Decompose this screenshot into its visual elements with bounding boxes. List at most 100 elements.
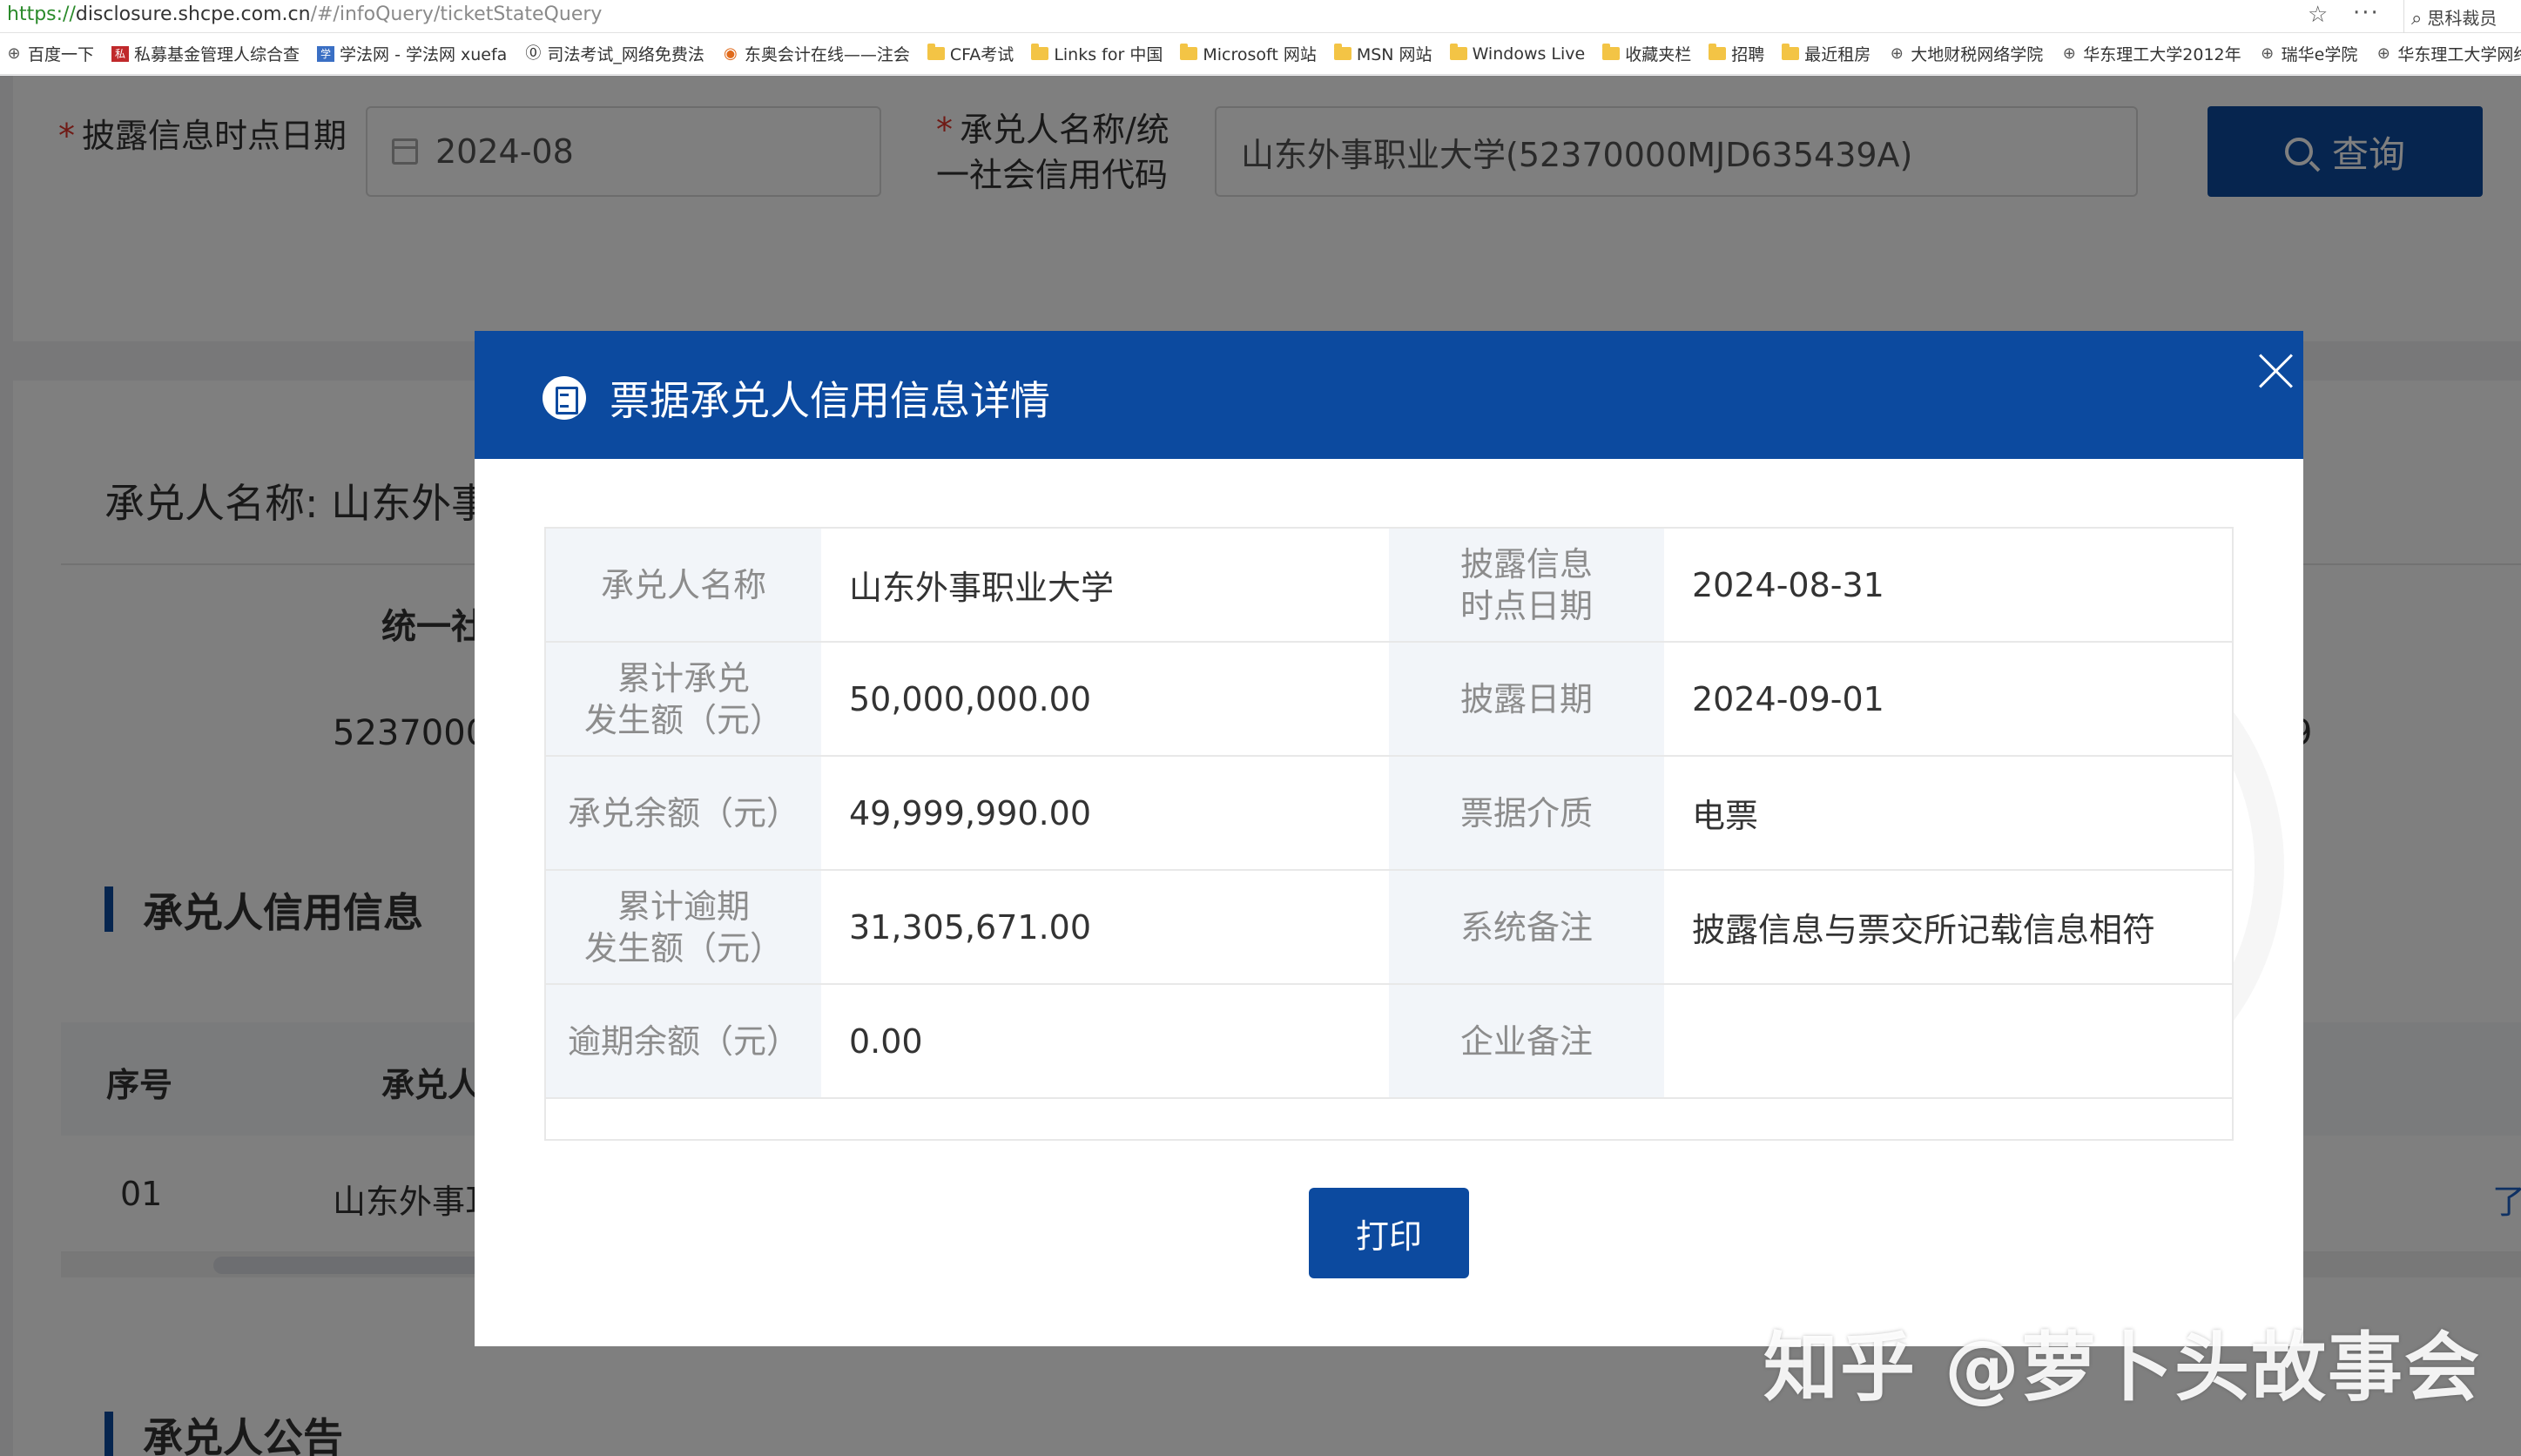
bookmark-item[interactable]: 最近租房: [1782, 42, 1871, 65]
detail-value: 49,999,990.00: [821, 757, 1389, 869]
detail-label-text: 承兑人名称: [600, 565, 766, 604]
bookmark-item[interactable]: ◉ 东奥会计在线——注会: [722, 42, 910, 65]
detail-row: 逾期余额（元） 0.00 企业备注: [546, 985, 2232, 1099]
detail-value-text: 2024-08-31: [1692, 565, 1884, 604]
detail-value: 2024-09-01: [1664, 643, 2232, 755]
search-icon: ⌕: [2411, 8, 2423, 30]
bookmark-label: 学法网 - 学法网 xuefa: [340, 45, 508, 64]
bookmark-label: CFA考试: [949, 45, 1014, 64]
orange-logo-icon: ◉: [723, 44, 738, 63]
folder-icon: [1449, 44, 1467, 60]
detail-table: 承兑人名称 山东外事职业大学 披露信息 时点日期 2024-08-31 累计承兑 发生额…: [544, 527, 2234, 1141]
close-icon[interactable]: [2251, 347, 2300, 395]
detail-value-text: 49,999,990.00: [849, 793, 1092, 832]
detail-value-text: 电票: [1692, 797, 1759, 835]
bookmark-item[interactable]: ⊕ 华东理工大学2012年: [2060, 42, 2241, 65]
detail-row: 累计逾期 发生额（元） 31,305,671.00 系统备注 披露信息与票交所记载信息…: [546, 871, 2232, 985]
detail-label-text: 企业备注: [1459, 1021, 1593, 1061]
bookmark-item[interactable]: CFA考试: [927, 42, 1014, 65]
document-icon: [543, 376, 586, 420]
detail-label: 企业备注: [1389, 985, 1664, 1097]
detail-value: 2024-08-31: [1664, 529, 2232, 641]
detail-value: 电票: [1664, 757, 2232, 869]
bookmark-item[interactable]: ⊕ 华东理工大学网络教育: [2375, 42, 2521, 65]
detail-value: 31,305,671.00: [821, 871, 1389, 983]
bookmarks-bar: ⊕ 百度一下私私募基金管理人综合查学学法网 - 学法网 xuefa ⓪ 司法考试_网络…: [0, 33, 2521, 75]
credit-detail-modal: 票据承兑人信用信息详情 承兑人名称 山东外事职业大学 披露信息 时点日期 2024-0…: [475, 331, 2303, 1346]
favorite-star-icon[interactable]: ☆: [2308, 2, 2328, 28]
detail-label: 承兑人名称: [546, 529, 821, 641]
detail-label-text: 累计承兑 发生额（元）: [583, 658, 783, 739]
detail-value: 披露信息与票交所记载信息相符: [1664, 871, 2232, 983]
circle-logo-icon: ⓪: [525, 44, 542, 63]
bookmark-label: 大地财税网络学院: [1911, 45, 2044, 64]
bookmark-item[interactable]: 私私募基金管理人综合查: [111, 42, 300, 65]
blue-square-icon: 学: [317, 45, 335, 62]
bookmark-item[interactable]: 学学法网 - 学法网 xuefa: [317, 42, 507, 65]
bookmark-label: Windows Live: [1472, 44, 1586, 64]
detail-label-text: 累计逾期 发生额（元）: [583, 886, 783, 967]
detail-label: 披露日期: [1389, 643, 1664, 755]
bookmark-item[interactable]: Windows Live: [1449, 44, 1586, 64]
modal-header: 票据承兑人信用信息详情: [475, 331, 2303, 459]
detail-value-text: 0.00: [849, 1021, 923, 1061]
folder-icon: [1709, 44, 1727, 60]
folder-icon: [1333, 44, 1351, 60]
folder-icon: [1782, 44, 1800, 60]
detail-label-text: 承兑余额（元）: [567, 793, 799, 832]
detail-label: 票据介质: [1389, 757, 1664, 869]
bookmark-item[interactable]: MSN 网站: [1333, 42, 1432, 65]
bookmark-label: 瑞华e学院: [2281, 45, 2358, 64]
zhihu-watermark: 知乎 @萝卜头故事会: [1763, 1325, 2481, 1412]
detail-value-text: 山东外事职业大学: [849, 569, 1115, 607]
bookmark-label: 招聘: [1731, 45, 1765, 64]
bookmark-label: 东奥会计在线——注会: [744, 45, 910, 64]
detail-value-text: 披露信息与票交所记载信息相符: [1692, 911, 2156, 949]
bookmark-label: 百度一下: [28, 45, 95, 64]
bookmark-label: 收藏夹栏: [1625, 45, 1692, 64]
detail-value: 0.00: [821, 985, 1389, 1097]
globe-icon: ⊕: [2261, 44, 2275, 63]
detail-value: [1664, 985, 2232, 1097]
globe-icon: ⊕: [2376, 44, 2390, 63]
browser-address-bar[interactable]: https://disclosure.shcpe.com.cn/#/infoQu…: [0, 0, 2521, 33]
detail-value-text: 2024-09-01: [1692, 679, 1884, 718]
detail-label: 累计逾期 发生额（元）: [546, 871, 821, 983]
bookmark-label: 华东理工大学2012年: [2083, 45, 2241, 64]
detail-value: 山东外事职业大学: [821, 529, 1389, 641]
bookmark-item[interactable]: ⊕ 百度一下: [5, 42, 94, 65]
detail-label: 系统备注: [1389, 871, 1664, 983]
bookmark-label: 私募基金管理人综合查: [134, 45, 300, 64]
detail-label: 承兑余额（元）: [546, 757, 821, 869]
more-options-icon[interactable]: ···: [2353, 0, 2380, 26]
bookmark-item[interactable]: 收藏夹栏: [1602, 42, 1691, 65]
bookmark-item[interactable]: ⊕ 大地财税网络学院: [1888, 42, 2044, 65]
detail-row: 承兑余额（元） 49,999,990.00 票据介质 电票: [546, 757, 2232, 871]
detail-value-text: 31,305,671.00: [849, 907, 1092, 947]
folder-icon: [1031, 44, 1049, 60]
bookmark-item[interactable]: ⊕ 瑞华e学院: [2259, 42, 2358, 65]
folder-icon: [927, 44, 945, 60]
detail-label-text: 票据介质: [1459, 793, 1593, 832]
globe-icon: ⊕: [1890, 44, 1904, 63]
bookmark-item[interactable]: 招聘: [1709, 42, 1764, 65]
bookmark-label: Links for 中国: [1054, 45, 1163, 64]
detail-value: 50,000,000.00: [821, 643, 1389, 755]
bookmark-label: 司法考试_网络免费法: [547, 45, 704, 64]
bookmark-label: 华东理工大学网络教育: [2397, 45, 2521, 64]
globe-icon: ⊕: [2062, 44, 2076, 63]
browser-search-box[interactable]: ⌕ 思科裁员: [2403, 0, 2521, 33]
bookmark-label: Microsoft 网站: [1203, 45, 1317, 64]
folder-icon: [1602, 44, 1621, 60]
bookmark-item[interactable]: Links for 中国: [1031, 42, 1163, 65]
bookmark-label: 最近租房: [1804, 45, 1871, 64]
bookmark-item[interactable]: ⓪ 司法考试_网络免费法: [524, 42, 704, 65]
detail-label: 逾期余额（元）: [546, 985, 821, 1097]
bookmark-item[interactable]: Microsoft 网站: [1180, 42, 1317, 65]
print-button[interactable]: 打印: [1309, 1188, 1469, 1278]
detail-label: 披露信息 时点日期: [1389, 529, 1664, 641]
detail-row: 承兑人名称 山东外事职业大学 披露信息 时点日期 2024-08-31: [546, 529, 2232, 643]
url-text[interactable]: https://disclosure.shcpe.com.cn/#/infoQu…: [7, 3, 602, 25]
detail-value-text: 50,000,000.00: [849, 679, 1092, 718]
detail-label-text: 披露信息 时点日期: [1459, 544, 1593, 625]
